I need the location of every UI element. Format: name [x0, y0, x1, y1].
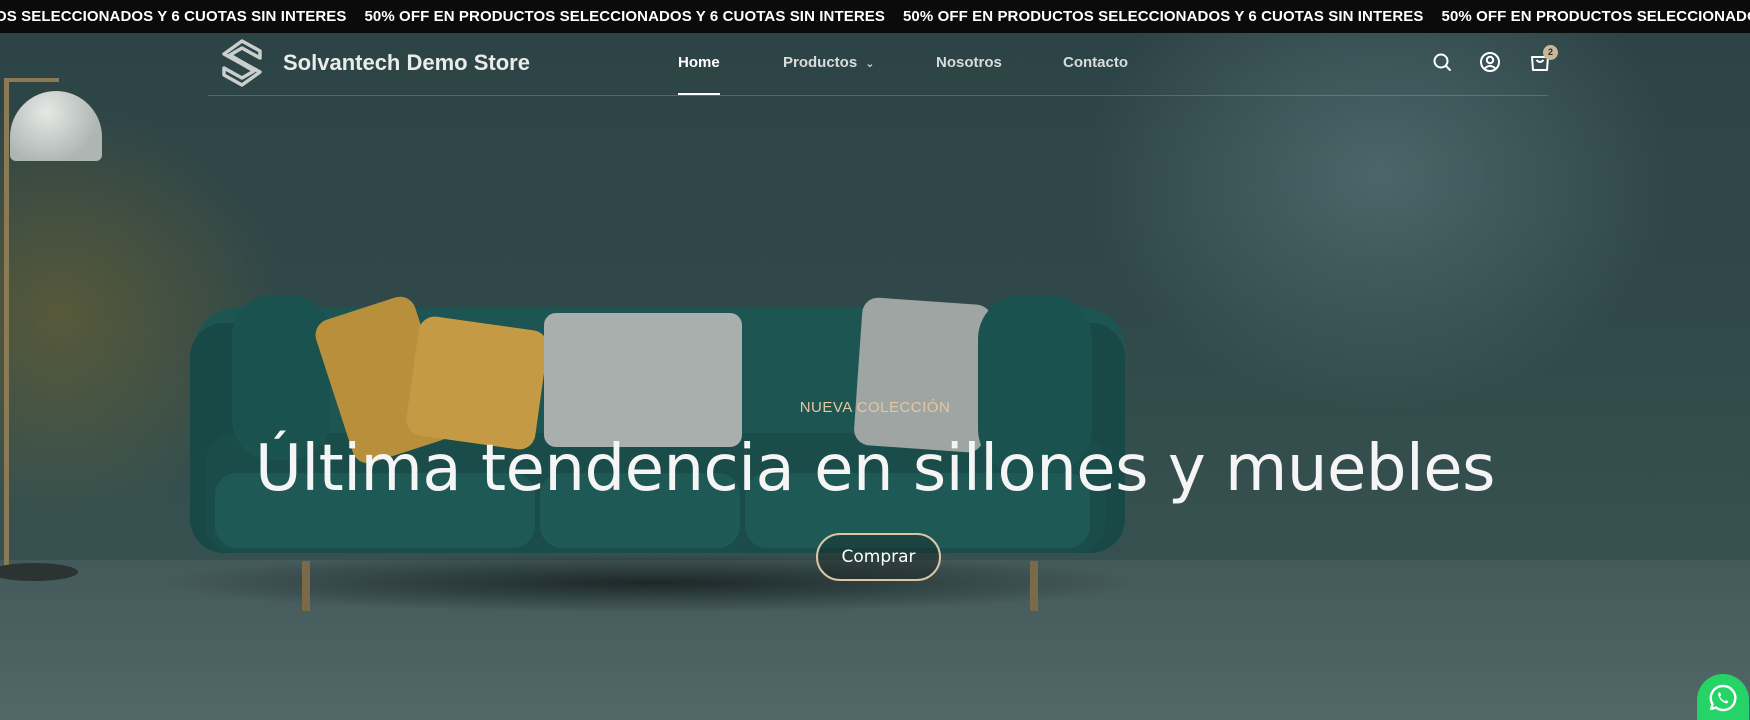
hero-banner [0, 33, 1750, 720]
logo-icon[interactable] [220, 38, 264, 88]
shop-now-button[interactable]: Comprar [816, 533, 941, 581]
sofa-shadow [150, 553, 1150, 613]
sofa-leg [302, 561, 310, 611]
sofa-leg [1030, 561, 1038, 611]
nav-products[interactable]: Productos ⌄ [783, 54, 874, 71]
whatsapp-icon [1709, 684, 1737, 712]
brand-name[interactable]: Solvantech Demo Store [283, 50, 530, 76]
pillow-grey [852, 296, 994, 454]
nav-about[interactable]: Nosotros [936, 54, 1002, 71]
announcement-item: 50% OFF EN PRODUCTOS SELECCIONADOS Y 6 C… [1441, 8, 1750, 25]
whatsapp-button[interactable] [1697, 674, 1749, 720]
site-header: Solvantech Demo Store Home Productos ⌄ No… [208, 33, 1558, 96]
account-icon[interactable] [1477, 49, 1503, 75]
lamp-arm [4, 78, 59, 82]
nav-products-label: Productos [783, 54, 858, 71]
pillow-mustard [404, 314, 550, 452]
nav-active-underline [678, 93, 720, 95]
pillow-grey [544, 313, 742, 447]
announcement-track: OS SELECCIONADOS Y 6 CUOTAS SIN INTERES … [0, 0, 1750, 33]
chevron-down-icon: ⌄ [865, 58, 875, 70]
announcement-item: 50% OFF EN PRODUCTOS SELECCIONADOS Y 6 C… [364, 8, 885, 25]
nav-home[interactable]: Home [678, 54, 720, 71]
search-icon[interactable] [1429, 49, 1455, 75]
hero-eyebrow: NUEVA COLECCIÓN [799, 399, 951, 416]
nav-contact[interactable]: Contacto [1063, 54, 1128, 71]
lamp-shade [10, 91, 102, 161]
announcement-item: 50% OFF EN PRODUCTOS SELECCIONADOS Y 6 C… [902, 8, 1424, 25]
announcement-item: OS SELECCIONADOS Y 6 CUOTAS SIN INTERES [0, 8, 347, 25]
hero-headline: Última tendencia en sillones y muebles [255, 432, 1495, 506]
cart-count-badge: 2 [1543, 45, 1558, 60]
announcement-bar: OS SELECCIONADOS Y 6 CUOTAS SIN INTERES … [0, 0, 1750, 33]
